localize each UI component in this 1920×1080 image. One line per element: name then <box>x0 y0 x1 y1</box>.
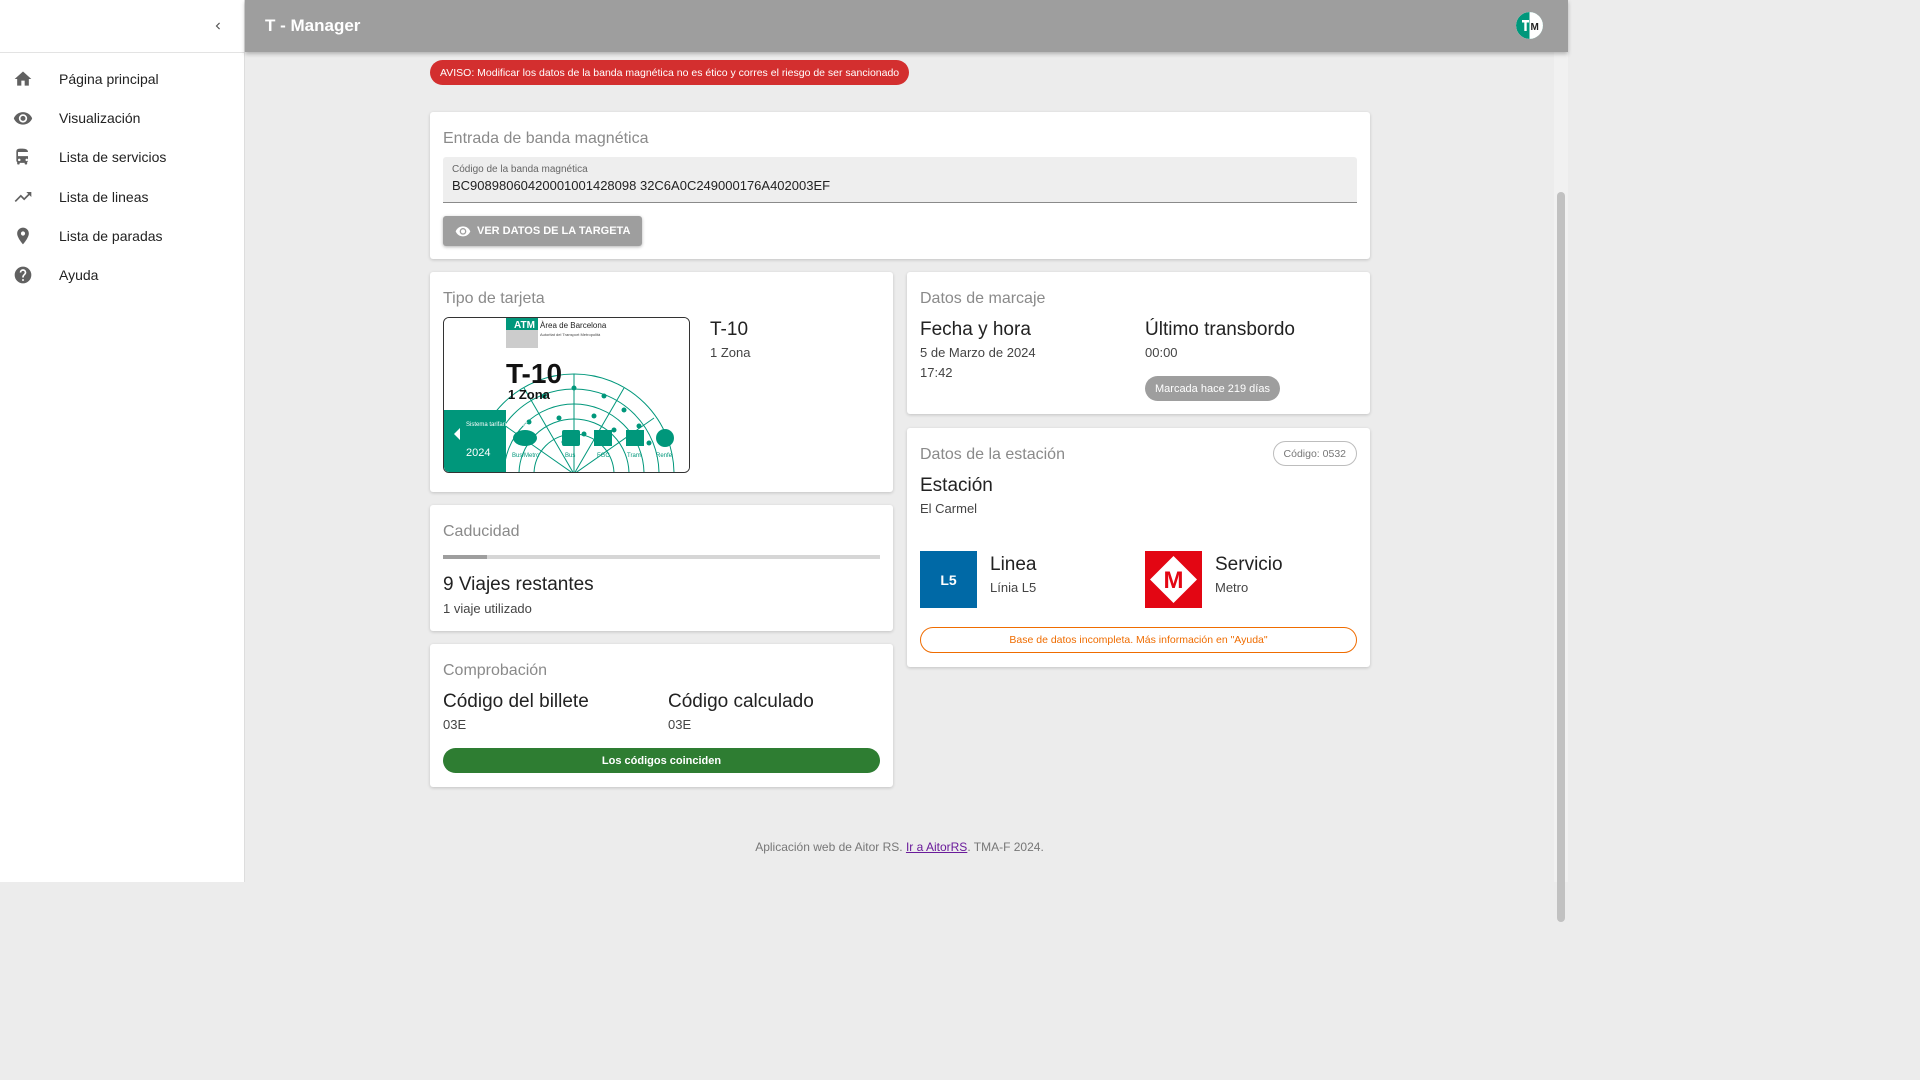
sidebar-item-label: Página principal <box>59 70 159 87</box>
station-name: El Carmel <box>920 501 978 516</box>
t10-ticket-artwork: ATM Àrea de Barcelona Autoritat del Tran… <box>444 318 689 472</box>
app-title: T - Manager <box>265 16 361 35</box>
svg-text:M: M <box>1531 22 1539 33</box>
last-transfer-label: Último transbordo <box>1145 319 1295 340</box>
ticket-name: T-10 <box>710 319 749 340</box>
aitorrs-link[interactable]: Ir a AitorRS <box>906 840 967 854</box>
trend-icon <box>13 187 33 207</box>
sidebar-item-home[interactable]: Página principal <box>0 59 244 98</box>
marking-date: 5 de Marzo de 2024 <box>920 345 1036 360</box>
ticket-image: ATM Àrea de Barcelona Autoritat del Tran… <box>443 317 690 473</box>
chevron-left-icon <box>215 22 220 30</box>
ticket-code-label: Código del billete <box>443 691 589 712</box>
scrollbar-thumb[interactable] <box>1557 192 1565 922</box>
tm-logo-icon: M <box>1516 12 1543 39</box>
card-title: Caducidad <box>443 523 520 540</box>
station-data-card: Datos de la estación Código: 0532 Estaci… <box>907 428 1370 667</box>
sidebar-item-label: Ayuda <box>59 267 99 284</box>
sidebar-item-label: Visualización <box>59 109 141 126</box>
expiry-card: Caducidad 9 Viajes restantes 1 viaje uti… <box>430 505 893 631</box>
top-app-bar: T - Manager M <box>245 0 1568 52</box>
system-text: Sistema tarifari integrat <box>466 422 528 428</box>
view-card-data-button[interactable]: VER DATOS DE LA TARGETA <box>443 216 643 246</box>
metro-logo-icon: M <box>1145 551 1202 608</box>
mode-label: Bus <box>565 453 575 459</box>
calculated-code-value: 03E <box>668 717 692 732</box>
sidebar-nav: Página principal Visualización Lista de … <box>0 53 244 295</box>
card-title: Datos de la estación <box>920 446 1065 463</box>
ticket-zone-text: 1 Zona <box>508 387 551 402</box>
collapse-sidebar-button[interactable] <box>206 14 230 38</box>
sidebar-header <box>0 0 244 53</box>
ticket-big-name: T-10 <box>506 358 562 389</box>
warning-alert: AVISO: Modificar los datos de la banda m… <box>430 60 910 85</box>
station-label: Estación <box>920 475 993 496</box>
bus-icon <box>13 147 33 167</box>
field-label: Código de la banda magnética <box>452 164 588 175</box>
line-value: Línia L5 <box>990 580 1037 595</box>
sidebar-item-label: Lista de lineas <box>59 188 149 205</box>
card-title: Datos de marcaje <box>920 290 1046 307</box>
trips-progress-bar <box>443 555 880 559</box>
footer: Aplicación web de Aitor RS. Ir a AitorRS… <box>245 840 1554 854</box>
used-trips: 1 viaje utilizado <box>443 601 532 616</box>
service-value: Metro <box>1215 580 1249 595</box>
last-transfer-value: 00:00 <box>1145 345 1178 360</box>
line-label: Linea <box>990 554 1037 575</box>
mode-label: FGC <box>597 453 610 459</box>
card-title: Comprobación <box>443 662 548 679</box>
card-title: Entrada de banda magnética <box>443 130 649 147</box>
incomplete-db-notice: Base de datos incompleta. Más informació… <box>920 627 1357 653</box>
ticket-type-card: Tipo de tarjeta ATM Àrea de Barcelona Au… <box>430 272 893 492</box>
home-icon <box>13 69 33 89</box>
ticket-zones: 1 Zona <box>710 345 751 360</box>
codes-match-status: Los códigos coinciden <box>443 748 880 773</box>
app-logo-avatar[interactable]: M <box>1516 12 1543 39</box>
footer-prefix: Aplicación web de Aitor RS. <box>755 840 906 854</box>
datetime-label: Fecha y hora <box>920 319 1031 340</box>
eye-icon <box>13 108 33 128</box>
button-label: VER DATOS DE LA TARGETA <box>477 225 631 237</box>
sidebar-item-lines[interactable]: Lista de lineas <box>0 177 244 216</box>
marked-ago-chip: Marcada hace 219 días <box>1145 376 1280 401</box>
sidebar-item-visualization[interactable]: Visualización <box>0 98 244 137</box>
atm-brand-text: ATM <box>514 320 535 331</box>
eye-icon <box>455 223 471 239</box>
sidebar-item-stops[interactable]: Lista de paradas <box>0 216 244 255</box>
mode-label: Bus/Metro <box>512 453 540 459</box>
help-icon <box>13 265 33 285</box>
magnetic-code-field[interactable]: Código de la banda magnética <box>443 157 1357 203</box>
page-scrollbar[interactable] <box>1554 52 1568 922</box>
calculated-code-label: Código calculado <box>668 691 814 712</box>
verification-card: Comprobación Código del billete 03E Códi… <box>430 644 893 787</box>
marking-data-card: Datos de marcaje Fecha y hora 5 de Marzo… <box>907 272 1370 414</box>
footer-suffix: . TMA-F 2024. <box>967 840 1044 854</box>
year-text: 2024 <box>466 447 490 459</box>
area-text: Àrea de Barcelona <box>540 321 607 330</box>
sidebar-item-label: Lista de paradas <box>59 227 163 244</box>
authority-text: Autoritat del Transport Metropolità <box>540 332 601 337</box>
station-code-chip: Código: 0532 <box>1272 441 1357 466</box>
sidebar-item-services[interactable]: Lista de servicios <box>0 138 244 177</box>
ticket-code-value: 03E <box>443 717 467 732</box>
magnetic-code-input[interactable] <box>452 178 1348 193</box>
service-label: Servicio <box>1215 554 1283 575</box>
remaining-trips: 9 Viajes restantes <box>443 574 594 595</box>
metro-logo-letter: M <box>1164 567 1184 594</box>
progress-fill <box>443 555 487 559</box>
line-badge: L5 <box>920 551 977 608</box>
magnetic-input-card: Entrada de banda magnética Código de la … <box>430 112 1370 259</box>
pin-icon <box>13 226 33 246</box>
marking-time: 17:42 <box>920 365 953 380</box>
mode-label: Tram <box>627 453 641 459</box>
sidebar: Página principal Visualización Lista de … <box>0 0 245 882</box>
sidebar-item-label: Lista de servicios <box>59 149 167 166</box>
card-title: Tipo de tarjeta <box>443 290 545 307</box>
sidebar-item-help[interactable]: Ayuda <box>0 255 244 294</box>
mode-label: Renfe <box>656 453 673 459</box>
